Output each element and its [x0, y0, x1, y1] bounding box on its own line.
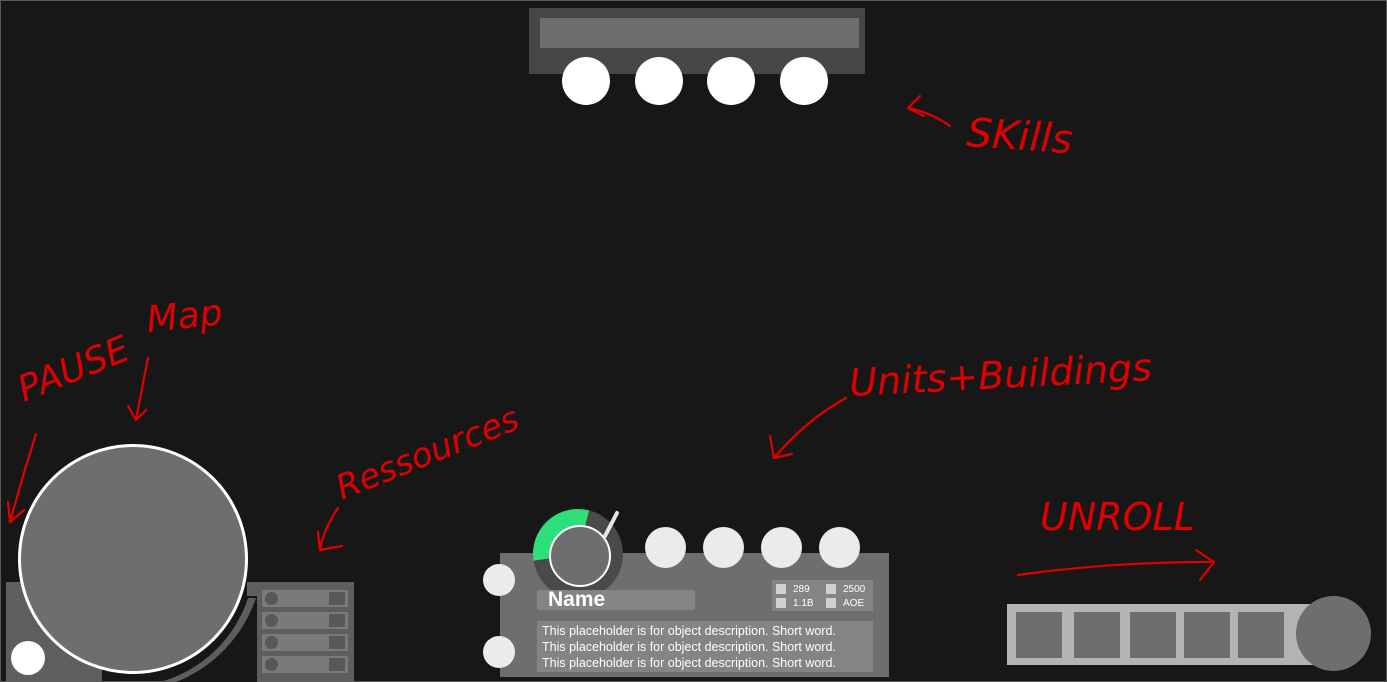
units-buildings-annotation: Units+Buildings — [848, 345, 1153, 405]
pause-arrow-head — [6, 500, 26, 524]
annotation-layer: SKills PAUSE Map Ressources Units+Buildi… — [6, 94, 1216, 582]
pause-arrow-shaft — [8, 432, 38, 524]
unroll-annotation: UNROLL — [1040, 495, 1195, 539]
skills-annotation: SKills — [965, 110, 1074, 163]
unroll-arrow-shaft — [1016, 560, 1212, 577]
pause-annotation: PAUSE — [12, 329, 136, 411]
unroll-arrow-head — [1194, 548, 1216, 582]
resources-arrow-shaft — [318, 506, 340, 552]
skills-arrow-head — [906, 94, 926, 118]
units-arrow-head — [768, 434, 794, 460]
units-arrow-shaft — [772, 396, 848, 460]
resources-annotation: Ressources — [330, 399, 525, 509]
map-annotation: Map — [145, 292, 225, 341]
